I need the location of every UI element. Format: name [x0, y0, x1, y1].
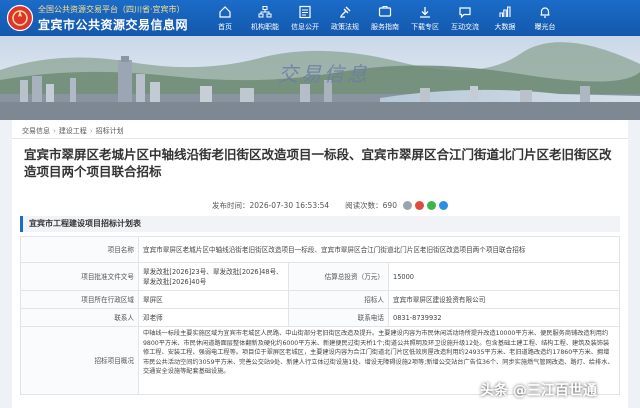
guide-icon [378, 5, 392, 17]
nav-label: 曝光台 [534, 22, 556, 31]
nav-label: 首页 [218, 22, 232, 31]
table-row: 项目名称 宜宾市翠屏区老城片区中轴线沿街老旧街区改造项目一标段、宜宾市翠屏区合江… [20, 236, 620, 263]
bell-icon [540, 6, 550, 18]
banner-title: 交易信息 [278, 62, 370, 86]
nav-label: 下载专区 [411, 22, 439, 31]
content-card: 交易信息 › 建设工程 › 招标计划 宜宾市翠屏区老城片区中轴线沿街老旧街区改造… [12, 120, 628, 408]
project-name-value: 宜宾市翠屏区老城片区中轴线沿街老旧街区改造项目一标段、宜宾市翠屏区合江门街道北门… [138, 236, 620, 263]
org-icon [258, 5, 272, 17]
nav-label: 互动交流 [451, 22, 479, 31]
region-value: 翠屏区 [138, 290, 289, 309]
tenderee-value: 宜宾市翠屏区建设投资有限公司 [388, 290, 620, 309]
site-header: 全国公共资源交易平台（四川省·宜宾市） 宜宾市公共资源交易信息网 首页 机构职能… [0, 0, 640, 36]
breadcrumb-separator-icon: › [53, 127, 56, 135]
contact-value: 邓老师 [138, 308, 289, 327]
article-meta: 发布时间： 2026-07-30 16:53:54 阅读次数： 690 [212, 200, 448, 211]
divider [12, 138, 628, 139]
nav-download[interactable]: 下载专区 [405, 0, 445, 36]
nav-home[interactable]: 首页 [205, 0, 245, 36]
law-icon [340, 6, 351, 18]
bigdata-icon [499, 5, 511, 17]
nav-org[interactable]: 机构职能 [245, 0, 285, 36]
nav-info[interactable]: 信息公开 [285, 0, 325, 36]
breadcrumb-item-plan[interactable]: 招标计划 [96, 126, 124, 136]
site-logo-icon[interactable] [6, 4, 34, 32]
article-title: 宜宾市翠屏区老城片区中轴线沿街老旧街区改造项目一标段、宜宾市翠屏区合江门街道北门… [24, 147, 612, 179]
share-buttons [402, 201, 448, 210]
chat-icon [459, 6, 471, 18]
publish-label: 发布时间： [212, 201, 250, 210]
nav-exposure[interactable]: 曝光台 [525, 0, 565, 36]
banner-cityscape: 交易信息 [0, 36, 640, 120]
nav-law[interactable]: 政策法规 [325, 0, 365, 36]
weibo-icon[interactable] [414, 201, 424, 210]
table-row: 项目批准文件文号 翠发改批[2026]23号、翠发改批[2026]48号、翠发改… [20, 262, 620, 291]
table-row: 联系人 邓老师 联系电话 0831-8739932 [20, 308, 620, 327]
brand-subtitle: 全国公共资源交易平台（四川省·宜宾市） [38, 5, 185, 14]
nav-label: 机构职能 [251, 22, 279, 31]
nav-bigdata[interactable]: 大数据 [485, 0, 525, 36]
publish-time: 2026-07-30 16:53:54 [249, 201, 330, 210]
nav-label: 大数据 [494, 22, 516, 31]
home-icon [219, 5, 231, 18]
invest-value: 15000 [388, 262, 620, 291]
overview-label: 招标项目概况 [20, 326, 139, 395]
tender-plan-table: 项目名称 宜宾市翠屏区老城片区中轴线沿街老旧街区改造项目一标段、宜宾市翠屏区合江… [20, 236, 620, 395]
nav-label: 政策法规 [331, 22, 359, 31]
phone-value: 0831-8739932 [388, 308, 620, 327]
nav-label: 服务指南 [371, 22, 399, 31]
nav-label: 信息公开 [291, 22, 319, 31]
info-icon [299, 5, 311, 18]
download-icon [420, 6, 430, 18]
section-title: 宜宾市工程建设项目招标计划表 [20, 216, 620, 232]
nav-guide[interactable]: 服务指南 [365, 0, 405, 36]
region-label: 项目所在行政区域 [20, 290, 139, 309]
contact-label: 联系人 [20, 308, 139, 327]
invest-label: 估算总投资（万元） [288, 262, 389, 291]
qq-icon[interactable] [438, 201, 448, 210]
share-icon[interactable] [402, 201, 412, 210]
views-count: 690 [382, 201, 397, 210]
approval-label: 项目批准文件文号 [20, 262, 139, 291]
watermark: 头条 @三江百世通 [480, 383, 597, 399]
main-nav: 首页 机构职能 信息公开 政策法规 服务指南 下载专区 互动交流 大数据 曝光台 [205, 0, 565, 36]
project-name-label: 项目名称 [20, 236, 139, 263]
approval-value: 翠发改批[2026]23号、翠发改批[2026]48号、翠发改批[2026]40… [138, 262, 289, 291]
nav-chat[interactable]: 互动交流 [445, 0, 485, 36]
breadcrumb-item-trade[interactable]: 交易信息 [22, 126, 50, 136]
phone-label: 联系电话 [288, 308, 389, 327]
breadcrumb: 交易信息 › 建设工程 › 招标计划 [22, 126, 124, 136]
brand-title[interactable]: 宜宾市公共资源交易信息网 [38, 16, 188, 33]
wechat-icon[interactable] [426, 201, 436, 210]
breadcrumb-item-construction[interactable]: 建设工程 [59, 126, 87, 136]
tenderee-label: 招标人 [288, 290, 389, 309]
views-label: 阅读次数： [345, 201, 383, 210]
breadcrumb-separator-icon: › [89, 127, 93, 135]
table-row: 项目所在行政区域 翠屏区 招标人 宜宾市翠屏区建设投资有限公司 [20, 290, 620, 309]
